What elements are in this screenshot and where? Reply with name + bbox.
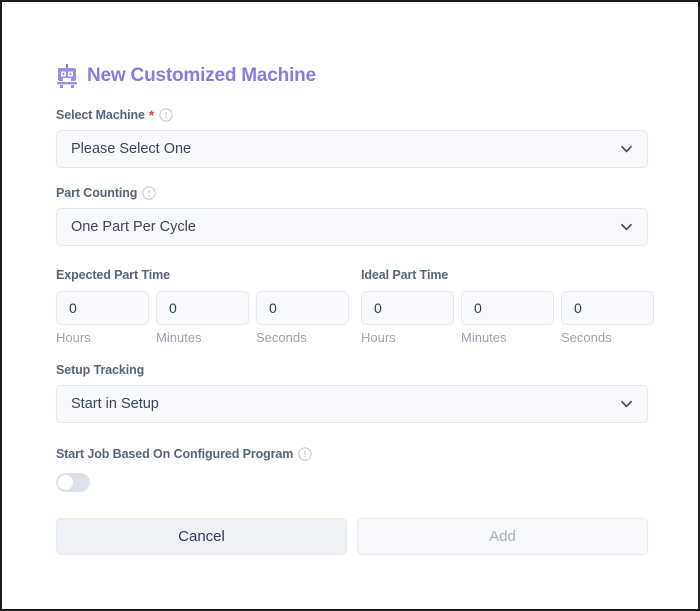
page-title: New Customized Machine: [56, 64, 648, 88]
ideal-seconds-value: 0: [574, 300, 582, 316]
expected-hours-value: 0: [69, 300, 77, 316]
setup-tracking-label: Setup Tracking: [56, 363, 648, 377]
start-job-program-label-text: Start Job Based On Configured Program: [56, 447, 294, 461]
form-actions: Cancel Add: [56, 518, 648, 555]
expected-part-time-group: Expected Part Time 0 Hours 0 Minutes 0 S…: [56, 268, 356, 345]
setup-tracking-label-text: Setup Tracking: [56, 363, 145, 377]
info-circle-icon[interactable]: [298, 447, 312, 461]
expected-seconds-cell: 0 Seconds: [256, 291, 349, 345]
toggle-knob: [58, 475, 73, 490]
required-marker: *: [148, 107, 155, 123]
select-machine-value: Please Select One: [71, 141, 192, 157]
info-circle-icon[interactable]: [142, 186, 156, 200]
chevron-down-icon[interactable]: [619, 142, 634, 157]
part-counting-value: One Part Per Cycle: [71, 219, 196, 235]
expected-hours-input[interactable]: 0: [56, 291, 149, 325]
start-job-program-toggle[interactable]: [56, 473, 90, 492]
ideal-seconds-cell: 0 Seconds: [561, 291, 654, 345]
ideal-minutes-unit: Minutes: [461, 330, 507, 345]
cancel-button[interactable]: Cancel: [56, 518, 347, 555]
ideal-hours-cell: 0 Hours: [361, 291, 454, 345]
customized-machine-form: New Customized Machine Select Machine * …: [56, 2, 654, 555]
ideal-seconds-input[interactable]: 0: [561, 291, 654, 325]
select-machine-label: Select Machine *: [56, 108, 648, 122]
expected-seconds-input[interactable]: 0: [256, 291, 349, 325]
ideal-seconds-unit: Seconds: [561, 330, 612, 345]
part-counting-field: Part Counting One Part Per Cycle: [56, 186, 648, 246]
ideal-hours-unit: Hours: [361, 330, 396, 345]
expected-part-time-label: Expected Part Time: [56, 268, 356, 282]
info-circle-icon[interactable]: [159, 108, 173, 122]
add-button[interactable]: Add: [357, 518, 648, 555]
ideal-hours-input[interactable]: 0: [361, 291, 454, 325]
setup-tracking-value: Start in Setup: [71, 396, 159, 412]
expected-hours-unit: Hours: [56, 330, 91, 345]
select-machine-field: Select Machine * Please Select One: [56, 108, 648, 168]
ideal-part-time-group: Ideal Part Time 0 Hours 0 Minutes 0 Seco…: [361, 268, 661, 345]
expected-minutes-input[interactable]: 0: [156, 291, 249, 325]
expected-seconds-unit: Seconds: [256, 330, 307, 345]
part-time-section: Expected Part Time 0 Hours 0 Minutes 0 S…: [56, 268, 654, 345]
ideal-minutes-value: 0: [474, 300, 482, 316]
robot-icon: [57, 64, 77, 88]
chevron-down-icon[interactable]: [619, 397, 634, 412]
ideal-hours-value: 0: [374, 300, 382, 316]
page-title-text: New Customized Machine: [87, 65, 316, 86]
cancel-button-label: Cancel: [178, 528, 225, 545]
select-machine-input[interactable]: Please Select One: [56, 130, 648, 168]
expected-minutes-unit: Minutes: [156, 330, 202, 345]
setup-tracking-field: Setup Tracking Start in Setup: [56, 363, 648, 423]
start-job-program-label: Start Job Based On Configured Program: [56, 447, 648, 461]
ideal-part-time-inputs: 0 Hours 0 Minutes 0 Seconds: [361, 291, 661, 345]
ideal-part-time-label-text: Ideal Part Time: [361, 268, 449, 282]
ideal-part-time-label: Ideal Part Time: [361, 268, 661, 282]
expected-part-time-inputs: 0 Hours 0 Minutes 0 Seconds: [56, 291, 356, 345]
part-counting-label-text: Part Counting: [56, 186, 138, 200]
part-counting-input[interactable]: One Part Per Cycle: [56, 208, 648, 246]
part-counting-label: Part Counting: [56, 186, 648, 200]
add-button-label: Add: [489, 528, 516, 545]
dialog-window: New Customized Machine Select Machine * …: [0, 0, 700, 611]
expected-part-time-label-text: Expected Part Time: [56, 268, 170, 282]
ideal-minutes-cell: 0 Minutes: [461, 291, 554, 345]
expected-seconds-value: 0: [269, 300, 277, 316]
chevron-down-icon[interactable]: [619, 220, 634, 235]
expected-hours-cell: 0 Hours: [56, 291, 149, 345]
expected-minutes-cell: 0 Minutes: [156, 291, 249, 345]
start-job-program-field: Start Job Based On Configured Program: [56, 447, 648, 492]
ideal-minutes-input[interactable]: 0: [461, 291, 554, 325]
setup-tracking-input[interactable]: Start in Setup: [56, 385, 648, 423]
select-machine-label-text: Select Machine: [56, 108, 145, 122]
expected-minutes-value: 0: [169, 300, 177, 316]
